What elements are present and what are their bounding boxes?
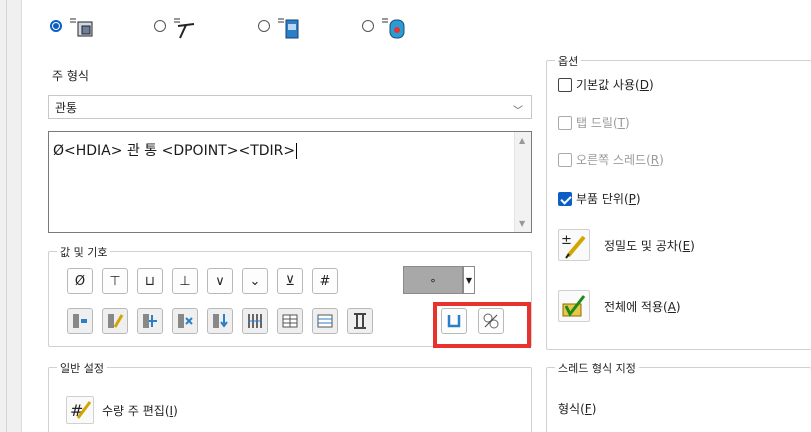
radio-button[interactable] — [154, 20, 166, 32]
apply-all-icon — [558, 290, 590, 322]
symbol-dropdown[interactable]: ∘ ▼ — [403, 266, 475, 294]
radio-multi-jog[interactable] — [258, 10, 362, 42]
counterbore-symbol-button[interactable]: ⊔ — [137, 268, 163, 294]
checkbox[interactable] — [558, 152, 572, 167]
radio-leader-note[interactable] — [50, 10, 154, 42]
scroll-down-icon[interactable]: ▼ — [519, 219, 525, 228]
dropdown-arrow-icon[interactable]: ▼ — [463, 266, 475, 294]
text-caret — [296, 143, 298, 159]
right-thread-key: R — [650, 153, 660, 167]
remove-dim-icon[interactable] — [172, 308, 198, 334]
thread-format-label: 형식 — [558, 402, 581, 416]
checkbox-checked[interactable] — [558, 191, 572, 206]
countersink-small-button[interactable]: ⌄ — [242, 268, 268, 294]
symbol-dropdown-value: ∘ — [403, 266, 463, 294]
main-format-title: 주 형식 — [52, 69, 89, 83]
apply-all-button[interactable]: 전체에 적용(A) — [558, 290, 681, 322]
bolt-icon[interactable] — [347, 308, 373, 334]
hole-dim-icon[interactable] — [67, 308, 93, 334]
format-text-area[interactable]: Ø<HDIA> 관 통 <DPOINT><TDIR> ▲ ▼ — [48, 131, 532, 233]
table-grid-icon[interactable] — [277, 308, 303, 334]
general-settings-title: 일반 설정 — [57, 360, 107, 376]
multi-jog-leader-icon — [278, 18, 299, 39]
part-unit-key: P — [628, 192, 636, 206]
precision-label: 정밀도 및 공차 — [604, 238, 678, 253]
radio-bent-leader[interactable] — [154, 10, 258, 42]
thread-format-key: F — [584, 402, 592, 416]
tap-drill-label: 탭 드릴 — [576, 116, 613, 130]
use-default-checkbox[interactable]: 기본값 사용(D) — [558, 76, 654, 93]
format-combo[interactable]: 관통 ﹀ — [48, 95, 532, 119]
edit-qty-label: 수량 주 편집 — [102, 403, 165, 418]
part-unit-label: 부품 단위 — [576, 192, 624, 206]
left-panel-edge — [0, 0, 22, 432]
checkbox[interactable] — [558, 77, 572, 92]
svg-text:#: # — [70, 401, 83, 420]
precision-button[interactable]: ± 정밀도 및 공차(E) — [558, 229, 695, 261]
edit-note-icon: # — [66, 396, 94, 424]
scroll-up-icon[interactable]: ▲ — [519, 136, 525, 145]
right-thread-checkbox[interactable]: 오른쪽 스레드(R) — [558, 151, 664, 168]
svg-text:±: ± — [561, 233, 572, 248]
depth-button[interactable]: ⊤ — [102, 268, 128, 294]
symbols-group-title: 값 및 기호 — [57, 244, 111, 260]
hole-callout-icon — [382, 18, 405, 39]
tap-drill-key: T — [617, 116, 625, 130]
apply-all-key: A — [667, 299, 676, 314]
hole-depth-button[interactable]: ⊻ — [277, 268, 303, 294]
options-title: 옵션 — [555, 53, 582, 69]
count-button[interactable]: # — [312, 268, 338, 294]
format-text: Ø<HDIA> 관 통 <DPOINT><TDIR> — [53, 143, 296, 159]
precision-icon: ± — [558, 229, 590, 261]
chevron-down-icon: ﹀ — [513, 106, 523, 117]
table-list-icon[interactable] — [312, 308, 338, 334]
leader-note-icon — [70, 18, 93, 37]
leader-type-group — [50, 10, 466, 42]
right-thread-label: 오른쪽 스레드 — [576, 153, 647, 167]
dim-axis-icon[interactable] — [137, 308, 163, 334]
spotface-button[interactable]: ⊥ — [172, 268, 198, 294]
thread-format-title: 스레드 형식 지정 — [555, 360, 639, 376]
depth-dim-icon[interactable] — [207, 308, 233, 334]
radio-hole-callout[interactable] — [362, 10, 466, 42]
pattern-icon[interactable] — [242, 308, 268, 334]
checkbox[interactable] — [558, 115, 572, 130]
thread-format-link[interactable]: 형식(F) — [558, 400, 596, 417]
apply-all-label: 전체에 적용 — [604, 299, 664, 314]
countersink-button[interactable]: ∨ — [207, 268, 233, 294]
tap-drill-checkbox[interactable]: 탭 드릴(T) — [558, 114, 630, 131]
diameter-button[interactable]: Ø — [67, 268, 93, 294]
highlight-box — [433, 302, 531, 348]
text-scrollbar[interactable]: ▲ ▼ — [514, 132, 531, 232]
bent-leader-icon — [174, 18, 195, 39]
format-combo-value: 관통 — [55, 100, 78, 115]
radio-button[interactable] — [362, 20, 374, 32]
use-default-label: 기본값 사용 — [576, 78, 636, 92]
edit-qty-note-button[interactable]: # 수량 주 편집(I) — [66, 396, 178, 424]
edit-dim-icon[interactable] — [102, 308, 128, 334]
use-default-key: D — [639, 78, 649, 92]
precision-key: E — [682, 238, 691, 253]
part-unit-checkbox[interactable]: 부품 단위(P) — [558, 190, 641, 207]
radio-button[interactable] — [258, 20, 270, 32]
radio-button[interactable] — [50, 20, 62, 32]
edit-qty-key: I — [169, 403, 174, 418]
